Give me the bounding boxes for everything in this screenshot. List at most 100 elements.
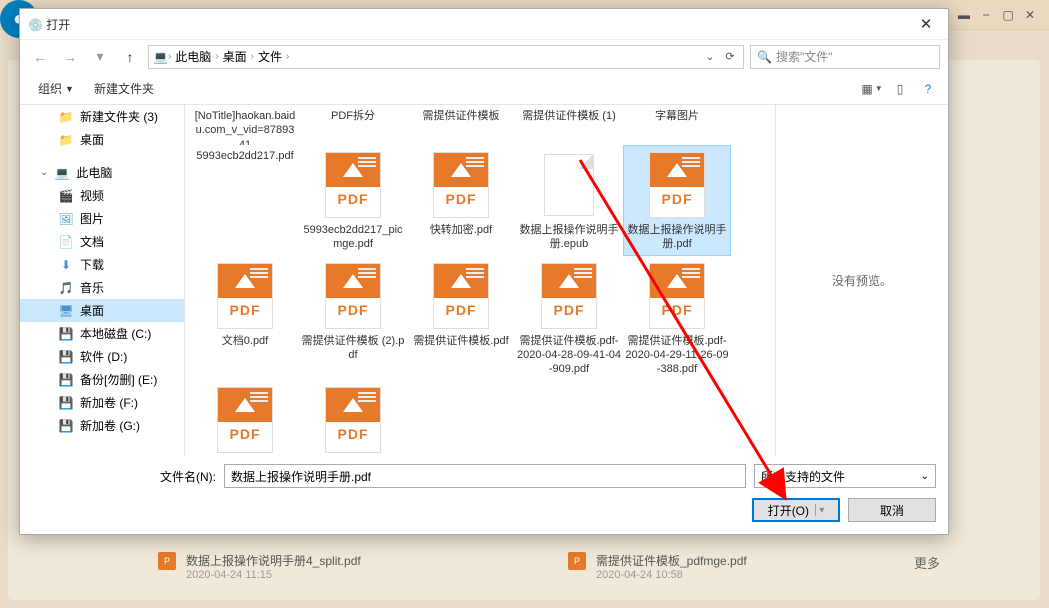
sidebar-label: 本地磁盘 (C:) bbox=[80, 325, 151, 342]
refresh-button[interactable]: ⟳ bbox=[721, 48, 739, 66]
dialog-close-button[interactable]: ✕ bbox=[912, 13, 940, 35]
disk-icon: 💾 bbox=[58, 326, 74, 342]
open-button[interactable]: 打开(O)│▾ bbox=[752, 498, 840, 522]
file-item[interactable]: PDF需提供证件模板.pdf-2020-04-29-11-26-09-388.p… bbox=[623, 256, 731, 381]
forward-button: → bbox=[58, 45, 82, 69]
sidebar-label: 新建文件夹 (3) bbox=[80, 108, 158, 125]
filename-label: 文件名(N): bbox=[160, 468, 216, 485]
file-item[interactable]: PDF数据上报操作说明手册.pdf bbox=[623, 145, 731, 256]
sidebar-item-disk[interactable]: 💾 新加卷 (G:) bbox=[20, 414, 184, 437]
organize-button[interactable]: 组织▼ bbox=[30, 76, 82, 101]
bg-max-icon[interactable]: ▢ bbox=[999, 6, 1017, 24]
help-button[interactable]: ? bbox=[918, 79, 938, 99]
file-item[interactable]: 数据上报操作说明手册.epub bbox=[515, 145, 623, 256]
search-input[interactable]: 🔍 搜索"文件" bbox=[750, 45, 940, 69]
sidebar-this-pc[interactable]: ⌄💻此电脑 bbox=[20, 161, 184, 184]
desk-icon: 🖥 bbox=[58, 303, 74, 319]
file-name: 5993ecb2dd217.pdf bbox=[196, 149, 293, 163]
file-item[interactable]: 字幕图片 bbox=[623, 105, 731, 145]
sidebar-item-mus[interactable]: 🎵音乐 bbox=[20, 276, 184, 299]
view-button[interactable]: ▦▼ bbox=[862, 79, 882, 99]
folder-icon: 📁 bbox=[58, 109, 74, 125]
preview-pane-button[interactable]: ▯ bbox=[890, 79, 910, 99]
addr-dropdown[interactable]: ⌄ bbox=[701, 48, 719, 66]
dialog-title: 💿 打开 bbox=[28, 16, 70, 33]
open-file-dialog: 💿 打开 ✕ ← → ▾ ↑ 💻 › 此电脑 › 桌面 › 文件 › ⌄ ⟳ 🔍… bbox=[19, 8, 949, 535]
file-item[interactable]: PDF快转加密.pdf bbox=[407, 145, 515, 256]
sidebar-item-disk[interactable]: 💾 本地磁盘 (C:) bbox=[20, 322, 184, 345]
file-item[interactable]: PDF文档0.pdf bbox=[191, 256, 299, 381]
file-item[interactable]: PDF需提供证件模板.pdf bbox=[407, 256, 515, 381]
disk-icon: 💾 bbox=[58, 349, 74, 365]
file-name: 数据上报操作说明手册.epub bbox=[517, 223, 621, 252]
sidebar-label: 视频 bbox=[80, 187, 104, 204]
crumb-desktop[interactable]: 桌面 bbox=[219, 48, 251, 65]
cancel-button[interactable]: 取消 bbox=[848, 498, 936, 522]
sidebar-item-disk[interactable]: 💾软件 (D:) bbox=[20, 345, 184, 368]
sidebar-item-disk[interactable]: 💾备份[勿删] (E:) bbox=[20, 368, 184, 391]
file-name: PDF拆分 bbox=[331, 109, 375, 123]
pc-icon: 💻 bbox=[54, 165, 70, 181]
file-item[interactable]: 5993ecb2dd217.pdf bbox=[191, 145, 299, 185]
bg-close-icon[interactable]: ✕ bbox=[1021, 6, 1039, 24]
bg-minus-icon[interactable]: − bbox=[977, 6, 995, 24]
recent-item[interactable]: P 需提供证件模板_pdfmge.pdf 2020-04-24 10:58 bbox=[568, 548, 940, 585]
sidebar-item-doc[interactable]: 📄文档 bbox=[20, 230, 184, 253]
sidebar-item[interactable]: 📁 新建文件夹 (3) bbox=[20, 105, 184, 128]
file-name: 快转加密.pdf bbox=[430, 223, 492, 237]
disk-icon: 💾 bbox=[58, 395, 74, 411]
sidebar-item[interactable]: 📁桌面 bbox=[20, 128, 184, 151]
up-button[interactable]: ↑ bbox=[118, 45, 142, 69]
help-icon: ? bbox=[925, 82, 932, 96]
sidebar-label: 文档 bbox=[80, 233, 104, 250]
file-grid[interactable]: [NoTitle]haokan.baidu.com_v_vid=8789341P… bbox=[185, 105, 776, 456]
sidebar-label: 此电脑 bbox=[76, 164, 112, 181]
address-bar: ← → ▾ ↑ 💻 › 此电脑 › 桌面 › 文件 › ⌄ ⟳ 🔍 搜索"文件" bbox=[20, 39, 948, 73]
sidebar-item-dl[interactable]: ⬇下载 bbox=[20, 253, 184, 276]
more-link[interactable]: 更多 bbox=[914, 553, 940, 572]
crumb-pc[interactable]: 此电脑 bbox=[171, 48, 215, 65]
sidebar-item-desk[interactable]: 🖥 桌面 bbox=[20, 299, 184, 322]
file-item[interactable]: PDF需提供证件模板.pdf-2020-04-28-09-41-04-909.p… bbox=[515, 256, 623, 381]
breadcrumb-bar[interactable]: 💻 › 此电脑 › 桌面 › 文件 › ⌄ ⟳ bbox=[148, 45, 744, 69]
file-item[interactable]: 需提供证件模板 bbox=[407, 105, 515, 145]
file-name: 5993ecb2dd217_picmge.pdf bbox=[301, 223, 405, 252]
file-item[interactable]: PDF拆分 bbox=[299, 105, 407, 145]
file-item[interactable]: PDF需提供证件模板_new.pdf bbox=[191, 380, 299, 456]
chevron-right-icon: › bbox=[286, 51, 289, 62]
sidebar-item-disk[interactable]: 💾新加卷 (F:) bbox=[20, 391, 184, 414]
sidebar-label: 桌面 bbox=[80, 302, 104, 319]
sidebar-item-pic[interactable]: 🖼 图片 bbox=[20, 207, 184, 230]
preview-text: 没有预览。 bbox=[832, 272, 892, 289]
recent-dropdown[interactable]: ▾ bbox=[88, 45, 112, 69]
recent-name: 需提供证件模板_pdfmge.pdf bbox=[596, 552, 747, 569]
filetype-select[interactable]: 所有支持的文件 ⌄ bbox=[754, 464, 936, 488]
file-name: 需提供证件模板 (1) bbox=[522, 109, 616, 123]
chevron-down-icon: ⌄ bbox=[921, 471, 929, 482]
file-item[interactable]: PDF需提供证件模板 (2).pdf bbox=[299, 256, 407, 381]
chevron-down-icon: ▼ bbox=[875, 84, 883, 93]
file-name: 字幕图片 bbox=[655, 109, 699, 123]
recent-name: 数据上报操作说明手册4_split.pdf bbox=[186, 552, 361, 569]
file-item[interactable]: PDF5993ecb2dd217_picmge.pdf bbox=[299, 145, 407, 256]
sidebar-label: 新加卷 (G:) bbox=[80, 417, 140, 434]
close-icon: ✕ bbox=[920, 15, 933, 33]
mus-icon: 🎵 bbox=[58, 280, 74, 296]
filename-input[interactable] bbox=[224, 464, 746, 488]
pdf-small-icon: P bbox=[158, 552, 176, 570]
pic-icon: 🖼 bbox=[58, 211, 74, 227]
sidebar-label: 图片 bbox=[80, 210, 104, 227]
file-item[interactable]: [NoTitle]haokan.baidu.com_v_vid=8789341 bbox=[191, 105, 299, 145]
crumb-folder[interactable]: 文件 bbox=[254, 48, 286, 65]
new-folder-button[interactable]: 新建文件夹 bbox=[86, 76, 162, 101]
disk-icon: 💾 bbox=[58, 418, 74, 434]
dl-icon: ⬇ bbox=[58, 257, 74, 273]
pdf-small-icon: P bbox=[568, 552, 586, 570]
back-button[interactable]: ← bbox=[28, 45, 52, 69]
preview-pane: 没有预览。 bbox=[776, 105, 948, 456]
bg-min-icon[interactable]: ▬ bbox=[955, 6, 973, 24]
file-item[interactable]: PDF需提供证件模板_pdfmge.pdf bbox=[299, 380, 407, 456]
file-item[interactable]: 需提供证件模板 (1) bbox=[515, 105, 623, 145]
chevron-down-icon: ⌄ bbox=[705, 50, 714, 63]
sidebar-item-vid[interactable]: 🎬视频 bbox=[20, 184, 184, 207]
